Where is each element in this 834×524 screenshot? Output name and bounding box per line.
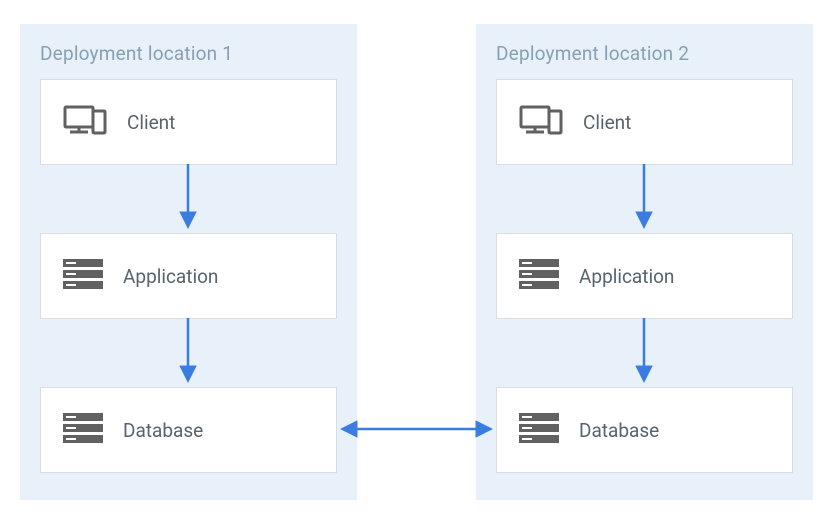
database-label: Database: [579, 419, 659, 442]
deployment-location-1: Deployment location 1 Client: [20, 24, 357, 500]
server-icon: [519, 413, 559, 447]
architecture-diagram: Deployment location 1 Client: [0, 0, 834, 524]
location-title: Deployment location 1: [40, 42, 337, 65]
application-label: Application: [579, 265, 674, 288]
client-label: Client: [583, 111, 631, 134]
deployment-location-2: Deployment location 2 Client: [476, 24, 813, 500]
database-label: Database: [123, 419, 203, 442]
database-box: Database: [496, 387, 793, 473]
client-label: Client: [127, 111, 175, 134]
devices-icon: [519, 105, 563, 139]
devices-icon: [63, 105, 107, 139]
application-box: Application: [496, 233, 793, 319]
client-box: Client: [40, 79, 337, 165]
client-box: Client: [496, 79, 793, 165]
database-box: Database: [40, 387, 337, 473]
server-icon: [63, 413, 103, 447]
server-icon: [63, 259, 103, 293]
application-box: Application: [40, 233, 337, 319]
location-title: Deployment location 2: [496, 42, 793, 65]
server-icon: [519, 259, 559, 293]
application-label: Application: [123, 265, 218, 288]
